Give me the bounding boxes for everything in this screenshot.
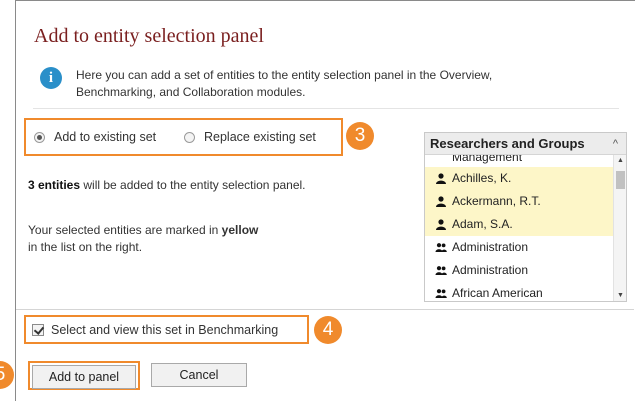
- add-to-panel-button[interactable]: Add to panel: [32, 365, 136, 389]
- list-item-label: Adam, S.A.: [452, 217, 513, 231]
- add-button-highlight: Add to panel: [28, 361, 140, 390]
- list-item-label: Achilles, K.: [452, 171, 512, 185]
- chevron-up-icon[interactable]: ^: [613, 133, 618, 155]
- yellow-hint-prefix: Your selected entities are marked in: [28, 223, 222, 237]
- yellow-word: yellow: [221, 223, 259, 237]
- cancel-button[interactable]: Cancel: [151, 363, 247, 387]
- group-icon: [435, 243, 447, 252]
- callout-badge-4: 4: [314, 316, 342, 344]
- list-header[interactable]: Researchers and Groups ^: [425, 133, 626, 155]
- group-icon: [435, 289, 447, 298]
- radio-replace-dot[interactable]: [184, 131, 195, 143]
- person-icon: [436, 173, 446, 184]
- info-text: Here you can add a set of entities to th…: [76, 68, 493, 99]
- radio-add-to-existing[interactable]: Add to existing set: [34, 130, 156, 144]
- person-icon: [436, 196, 446, 207]
- list-item-label: African American: [452, 286, 543, 300]
- list-header-title: Researchers and Groups: [430, 136, 585, 151]
- entities-count: 3 entities: [28, 178, 81, 192]
- benchmark-option: Select and view this set in Benchmarking: [24, 315, 309, 344]
- scroll-down-icon[interactable]: ▼: [617, 292, 624, 299]
- yellow-hint-suffix: in the list on the right.: [28, 240, 143, 254]
- callout-badge-3: 3: [346, 122, 374, 150]
- list-item[interactable]: African American: [425, 282, 613, 301]
- list-item[interactable]: Achilles, K.: [425, 167, 613, 190]
- callout-badge-5: 5: [0, 361, 14, 389]
- list-item[interactable]: Adam, S.A.: [425, 213, 613, 236]
- dialog: Add to entity selection panel i Here you…: [15, 0, 635, 401]
- benchmark-checkbox[interactable]: [32, 324, 44, 336]
- list-item[interactable]: Administration: [425, 236, 613, 259]
- info-box: i Here you can add a set of entities to …: [33, 57, 619, 109]
- radio-replace-existing[interactable]: Replace existing set: [184, 130, 316, 144]
- list-item-label: Management: [452, 155, 523, 164]
- set-mode-radio-group: Add to existing set Replace existing set: [24, 118, 343, 156]
- list-item[interactable]: Management: [425, 155, 613, 167]
- radio-replace-label: Replace existing set: [204, 130, 316, 144]
- list-item[interactable]: Ackermann, R.T.: [425, 190, 613, 213]
- scroll-thumb[interactable]: [616, 171, 625, 189]
- info-icon: i: [40, 67, 62, 89]
- list-item[interactable]: Administration: [425, 259, 613, 282]
- scroll-up-icon[interactable]: ▲: [617, 157, 624, 164]
- group-icon: [435, 266, 447, 275]
- person-icon: [436, 219, 446, 230]
- list-scrollbar[interactable]: ▲ ▼: [613, 155, 626, 301]
- entity-list-panel: Researchers and Groups ^ Management Achi…: [424, 132, 627, 302]
- radio-add-label: Add to existing set: [54, 130, 157, 144]
- radio-add-dot[interactable]: [34, 131, 45, 143]
- entity-list[interactable]: Management Achilles, K. Ackermann, R.T. …: [425, 155, 613, 301]
- list-item-label: Ackermann, R.T.: [452, 194, 541, 208]
- list-item-label: Administration: [452, 240, 529, 254]
- dialog-title: Add to entity selection panel: [34, 25, 264, 47]
- yellow-hint-message: Your selected entities are marked in yel…: [28, 222, 318, 256]
- entities-count-message: 3 entities will be added to the entity s…: [28, 178, 306, 192]
- benchmark-label[interactable]: Select and view this set in Benchmarking: [51, 323, 278, 337]
- entities-count-suffix: will be added to the entity selection pa…: [80, 178, 306, 192]
- list-item-label: Administration: [452, 263, 529, 277]
- divider: [16, 309, 634, 310]
